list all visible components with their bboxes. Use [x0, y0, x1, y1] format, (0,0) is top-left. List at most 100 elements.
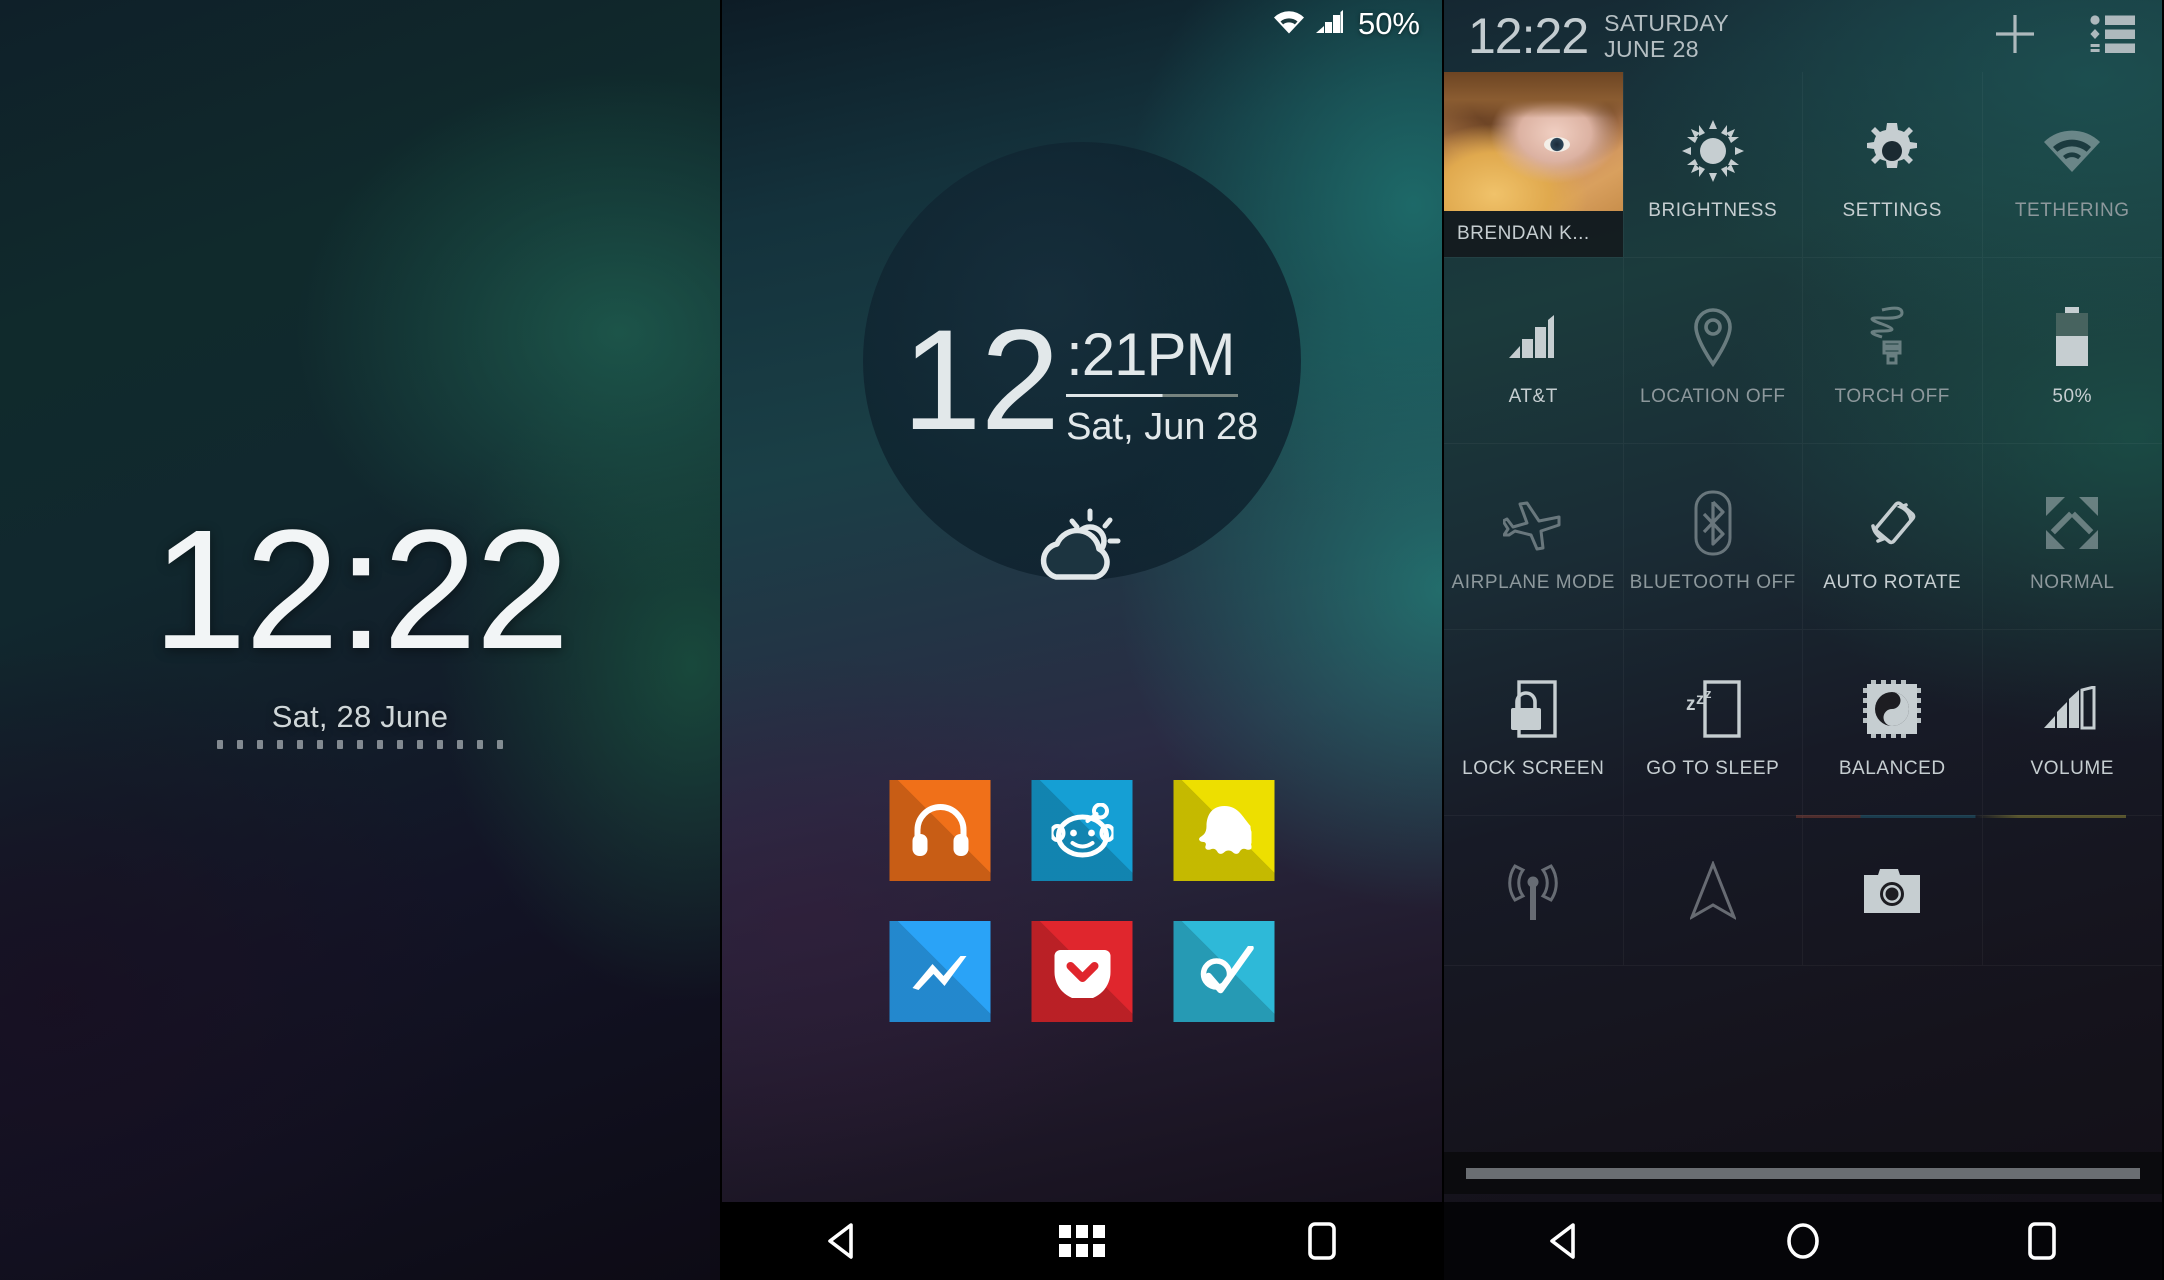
- app-icon-messenger-bolt[interactable]: [889, 921, 991, 1022]
- app-icon-ghost[interactable]: [1173, 780, 1275, 881]
- wifi-icon: [2041, 108, 2103, 194]
- qs-tile-volume-bars[interactable]: VOLUME: [1982, 630, 2162, 816]
- qs-tile-label: NORMAL: [2029, 571, 2115, 593]
- qs-tile-navigation-arrow[interactable]: [1623, 816, 1803, 966]
- three-panel-android-screenshot: 12:22 Sat, 28 June 50% 12 :21PM Sat, Jun…: [0, 0, 2164, 1280]
- qs-tile-label: GO TO SLEEP: [1646, 757, 1780, 779]
- volume-bars-icon: [2042, 666, 2102, 752]
- qs-tile-camera[interactable]: [1803, 816, 1983, 966]
- list-menu-icon[interactable]: [2090, 13, 2136, 60]
- quicksettings-panel: 12:22 SATURDAY JUNE 28 BRENDAN K... BRIG…: [1444, 0, 2162, 1280]
- sleep-zzz-icon: zzz: [1685, 666, 1741, 752]
- wifi-icon: [1272, 9, 1306, 40]
- home-circle-icon[interactable]: [1748, 1202, 1858, 1280]
- app-icon-reddit-alien[interactable]: [1031, 780, 1133, 881]
- recents-square-icon[interactable]: [1267, 1202, 1377, 1280]
- qs-tile-label: LOCK SCREEN: [1462, 757, 1605, 779]
- qs-tile-label: AT&T: [1508, 385, 1558, 407]
- quicksettings-tile-grid: BRENDAN K... BRIGHTNESS SETTINGS TETHERING A…: [1444, 72, 2162, 816]
- app-icon-pocket[interactable]: [1031, 921, 1133, 1022]
- homescreen-navbar: [722, 1202, 1442, 1280]
- signal-bars-icon: [1507, 294, 1559, 380]
- qs-tile-sun[interactable]: BRIGHTNESS: [1623, 72, 1803, 258]
- pin-dot: [277, 740, 283, 749]
- quicksettings-header: 12:22 SATURDAY JUNE 28: [1444, 0, 2162, 72]
- expand-arrows-icon: [2043, 480, 2101, 566]
- qs-tile-lock[interactable]: LOCK SCREEN: [1444, 630, 1624, 816]
- app-drawer-icon[interactable]: [1027, 1202, 1137, 1280]
- broadcast-antenna-icon: [1505, 848, 1561, 934]
- homescreen-panel: 50% 12 :21PM Sat, Jun 28: [720, 0, 1444, 1280]
- qs-tile-lightbulb[interactable]: TORCH OFF: [1803, 258, 1983, 444]
- qs-header-time: 12:22: [1468, 8, 1589, 64]
- lockscreen-pin-dots[interactable]: [0, 740, 720, 749]
- qs-tile-label: SETTINGS: [1842, 199, 1942, 221]
- qs-tile-label: TORCH OFF: [1834, 385, 1950, 407]
- auto-rotate-icon: [1861, 480, 1923, 566]
- quicksettings-tile-grid-partial: [1444, 816, 2162, 966]
- qs-tile-label: TETHERING: [2014, 199, 2130, 221]
- airplane-icon: [1503, 480, 1563, 566]
- qs-tile-location-pin[interactable]: LOCATION OFF: [1623, 258, 1803, 444]
- pin-dot: [417, 740, 423, 749]
- back-triangle-icon[interactable]: [1509, 1202, 1619, 1280]
- battery-icon: [2051, 294, 2093, 380]
- qs-tile-label: BRIGHTNESS: [1648, 199, 1778, 221]
- qs-tile-label: LOCATION OFF: [1639, 385, 1786, 407]
- pin-dot: [457, 740, 463, 749]
- clock-widget[interactable]: 12 :21PM Sat, Jun 28: [902, 301, 1262, 460]
- qs-tile-label: VOLUME: [2030, 757, 2115, 779]
- qs-tile-user-avatar[interactable]: BRENDAN K...: [1444, 72, 1624, 258]
- lockscreen-time: 12:22: [152, 495, 569, 685]
- lockscreen-panel: 12:22 Sat, 28 June: [0, 0, 720, 1280]
- qs-header-weekday: SATURDAY: [1604, 9, 1730, 36]
- qs-tile-sleep-zzz[interactable]: z z z GO TO SLEEP: [1623, 630, 1803, 816]
- qs-tile-airplane[interactable]: AIRPLANE MODE: [1444, 444, 1624, 630]
- pin-dot: [237, 740, 243, 749]
- plus-icon[interactable]: [1992, 11, 2038, 62]
- app-icon-headphones[interactable]: [889, 780, 991, 881]
- qs-header-date: SATURDAY JUNE 28: [1604, 10, 1729, 62]
- yin-yang-chip-icon: [1863, 666, 1922, 752]
- qs-tile-battery[interactable]: 50%: [1982, 258, 2162, 444]
- qs-tile-bluetooth[interactable]: BLUETOOTH OFF: [1623, 444, 1803, 630]
- qs-tile-expand-arrows[interactable]: NORMAL: [1982, 444, 2162, 630]
- lightbulb-icon: [1870, 294, 1914, 380]
- app-icon-check-circle[interactable]: [1173, 921, 1275, 1022]
- partly-cloudy-icon[interactable]: [1032, 505, 1132, 587]
- qs-tile-gear[interactable]: SETTINGS: [1803, 72, 1983, 258]
- clock-widget-minute: :21PM: [1066, 321, 1235, 388]
- navigation-arrow-icon: [1689, 848, 1736, 934]
- qs-tile-label: BRENDAN K...: [1444, 211, 1623, 257]
- back-triangle-icon[interactable]: [787, 1202, 897, 1280]
- battery-percent-label: 50%: [1357, 6, 1420, 41]
- qs-tile-label: AUTO ROTATE: [1823, 571, 1962, 593]
- qs-tile-broadcast-antenna[interactable]: [1444, 816, 1624, 966]
- pin-dot: [397, 740, 403, 749]
- clock-widget-hour: 12: [902, 301, 1060, 460]
- user-avatar: [1444, 72, 1623, 212]
- qs-tile-auto-rotate[interactable]: AUTO ROTATE: [1803, 444, 1983, 630]
- qs-tile-empty: [1982, 816, 2162, 966]
- recents-square-icon[interactable]: [1987, 1202, 2097, 1280]
- pin-dot: [497, 740, 503, 749]
- pin-dot: [357, 740, 363, 749]
- qs-header-daymonth: JUNE 28: [1604, 36, 1699, 62]
- pin-dot: [297, 740, 303, 749]
- camera-icon: [1864, 848, 1921, 934]
- lock-icon: [1509, 666, 1557, 752]
- qs-tile-label: 50%: [2052, 385, 2093, 407]
- lockscreen-date: Sat, 28 June: [271, 699, 449, 734]
- status-bar: 50%: [722, 0, 1442, 48]
- pin-dot: [437, 740, 443, 749]
- pin-dot: [477, 740, 483, 749]
- svg-text:z: z: [1705, 686, 1712, 701]
- quicksettings-scrollbar[interactable]: [1444, 1152, 2162, 1194]
- qs-tile-label: BALANCED: [1838, 757, 1946, 779]
- svg-text:z: z: [1696, 691, 1704, 708]
- pin-dot: [317, 740, 323, 749]
- qs-tile-signal-bars[interactable]: AT&T: [1444, 258, 1624, 444]
- qs-tile-yin-yang-chip[interactable]: BALANCED: [1803, 630, 1983, 816]
- pin-dot: [337, 740, 343, 749]
- qs-tile-wifi[interactable]: TETHERING: [1982, 72, 2162, 258]
